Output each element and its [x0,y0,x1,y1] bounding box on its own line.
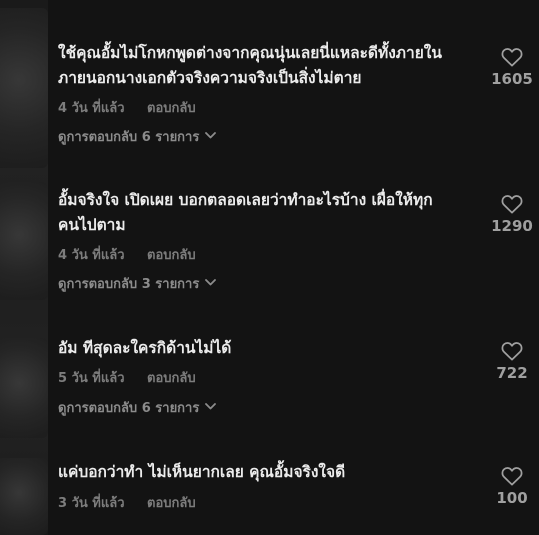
like-button[interactable]: 1290 [489,194,535,235]
comment-item: อัม ทีสุดละใครกิด้านไม่ได้ 5 วัน ที่แล้ว… [58,336,539,426]
heart-icon [489,194,535,214]
comment-item: ใช้คุณอั้มไม่โกหกพูดต่างจากคุณนุ่นเลยนี่… [58,41,539,161]
heart-icon [489,47,535,67]
comment-text-line: อัม ทีสุดละใครกิด้านไม่ได้ [58,339,232,357]
like-count: 1605 [491,70,533,88]
view-replies-label: ดูการตอบกลับ 6 รายการ [58,130,200,145]
avatar[interactable] [0,182,48,300]
view-replies-button[interactable]: ดูการตอบกลับ 6 รายการ [58,126,217,147]
like-button[interactable]: 1605 [489,47,535,88]
comment-text-line: แค่บอกว่าทำ ไม่เห็นยากเลย คุณอั้มจริงใจด… [58,463,346,481]
like-count: 100 [496,489,528,507]
comment-meta: 4 วัน ที่แล้ว ตอบกลับ [58,244,196,265]
reply-button[interactable]: ตอบกลับ [147,371,196,386]
comment-meta: 4 วัน ที่แล้ว ตอบกลับ [58,97,196,118]
comment-timestamp: 3 วัน ที่แล้ว [58,496,125,511]
like-button[interactable]: 722 [489,341,535,382]
comment-timestamp: 4 วัน ที่แล้ว [58,248,125,263]
view-replies-label: ดูการตอบกลับ 3 รายการ [58,277,200,292]
heart-icon [489,466,535,486]
avatar[interactable] [0,458,48,535]
comment-text-line: อั้มจริงใจ เปิดเผย บอกตลอดเลยว่าทำอะไรบ้… [58,191,433,209]
comment-meta: 3 วัน ที่แล้ว ตอบกลับ [58,492,196,513]
chevron-down-icon [205,399,217,414]
view-replies-button[interactable]: ดูการตอบกลับ 3 รายการ [58,273,217,294]
comment-text: อั้มจริงใจ เปิดเผย บอกตลอดเลยว่าทำอะไรบ้… [58,188,476,238]
reply-button[interactable]: ตอบกลับ [147,101,196,116]
comment-text: อัม ทีสุดละใครกิด้านไม่ได้ [58,336,476,361]
comment-text-line: คนไปตาม [58,216,126,234]
reply-button[interactable]: ตอบกลับ [147,248,196,263]
comment-item: แค่บอกว่าทำ ไม่เห็นยากเลย คุณอั้มจริงใจด… [58,460,539,520]
comment-text: ใช้คุณอั้มไม่โกหกพูดต่างจากคุณนุ่นเลยนี่… [58,41,476,91]
view-replies-button[interactable]: ดูการตอบกลับ 6 รายการ [58,397,217,418]
like-count: 722 [496,364,528,382]
comment-text-line: ใช้คุณอั้มไม่โกหกพูดต่างจากคุณนุ่นเลยนี่… [58,44,442,62]
like-count: 1290 [491,217,533,235]
avatar[interactable] [0,338,48,438]
comment-timestamp: 5 วัน ที่แล้ว [58,371,125,386]
comment-item: อั้มจริงใจ เปิดเผย บอกตลอดเลยว่าทำอะไรบ้… [58,188,539,298]
reply-button[interactable]: ตอบกลับ [147,496,196,511]
avatar-column [0,0,48,535]
heart-icon [489,341,535,361]
comment-timestamp: 4 วัน ที่แล้ว [58,101,125,116]
chevron-down-icon [205,275,217,290]
comment-text: แค่บอกว่าทำ ไม่เห็นยากเลย คุณอั้มจริงใจด… [58,460,476,485]
chevron-down-icon [205,128,217,143]
avatar[interactable] [0,8,48,168]
comment-meta: 5 วัน ที่แล้ว ตอบกลับ [58,367,196,388]
like-button[interactable]: 100 [489,466,535,507]
view-replies-label: ดูการตอบกลับ 6 รายการ [58,401,200,416]
comment-text-line: ภายนอกนางเอกตัวจริงความจริงเป็นสิ่งไม่ตา… [58,69,362,87]
